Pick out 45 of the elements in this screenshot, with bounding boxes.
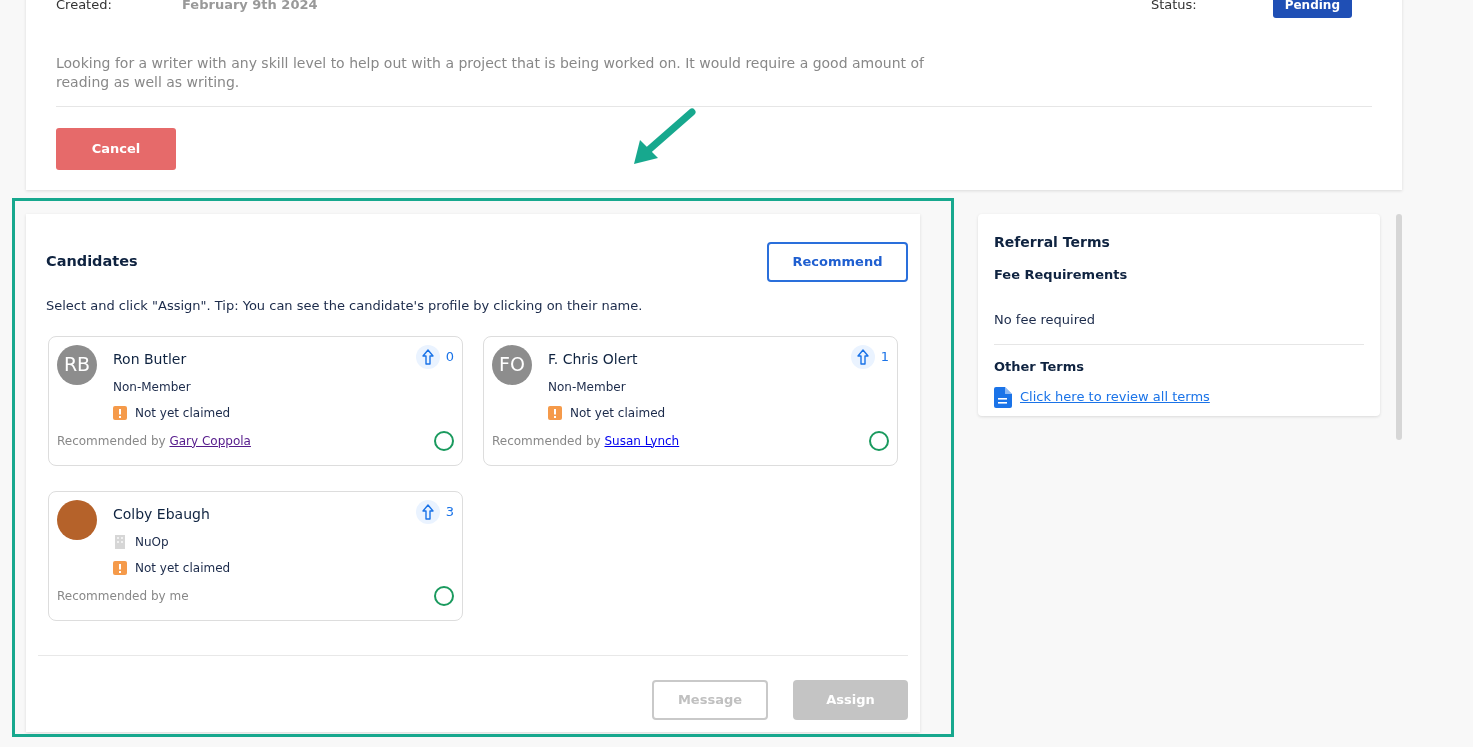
recommender-link[interactable]: Susan Lynch	[604, 433, 680, 448]
instructions-text: Select and click "Assign". Tip: You can see the candidate's profile by clicking on their name.	[46, 297, 644, 315]
recommender-link[interactable]: Gary Coppola	[169, 433, 251, 448]
vote-count: 1	[880, 347, 889, 366]
select-radio[interactable]	[869, 430, 889, 451]
warning-icon	[548, 405, 562, 420]
vote-count: 0	[445, 347, 454, 366]
document-icon	[994, 386, 1012, 408]
description-text: Looking for a writer with any skill level to help out with a project that is being worked on. It would require a good amount of reading as well as writing.	[56, 54, 926, 92]
created-label: Created:	[56, 0, 113, 15]
review-terms-link[interactable]: Click here to review all terms	[1020, 387, 1210, 407]
upvote-icon[interactable]	[415, 499, 440, 524]
claim-status-text: Not yet claimed	[570, 404, 666, 422]
upvote-icon[interactable]	[850, 344, 875, 369]
scrollbar[interactable]	[1396, 214, 1402, 440]
warning-icon	[113, 405, 127, 420]
vote-count: 3	[445, 502, 454, 521]
fee-requirements-heading: Fee Requirements	[994, 266, 1129, 284]
candidate-name-link[interactable]: Colby Ebaugh	[113, 503, 400, 525]
claim-status-text: Not yet claimed	[135, 404, 231, 422]
candidate-name-link[interactable]: Ron Butler	[113, 348, 400, 370]
select-radio[interactable]	[434, 585, 454, 606]
recommend-button[interactable]: Recommend	[767, 242, 908, 282]
status-label: Status:	[1150, 0, 1197, 15]
upvote-icon[interactable]	[415, 344, 440, 369]
created-date: February 9th 2024	[182, 0, 318, 15]
candidate-name-link[interactable]: F. Chris Olert	[548, 348, 835, 370]
claim-status-text: Not yet claimed	[135, 559, 231, 577]
avatar-initials: FO	[492, 344, 532, 385]
avatar-photo-placeholder	[57, 499, 97, 540]
fee-text: No fee required	[994, 310, 1096, 329]
recommended-by-text: Recommended by me	[57, 587, 189, 605]
other-terms-heading: Other Terms	[994, 358, 1085, 376]
organization-text: NuOp	[135, 533, 169, 551]
referral-terms-title: Referral Terms	[994, 233, 1111, 252]
membership-text: Non-Member	[113, 378, 191, 396]
recommended-by-text: Recommended by Susan Lynch	[492, 432, 680, 450]
select-radio[interactable]	[434, 430, 454, 451]
candidates-title: Candidates	[46, 252, 138, 272]
membership-text: Non-Member	[548, 378, 626, 396]
building-icon	[113, 534, 127, 549]
warning-icon	[113, 560, 127, 575]
recommended-by-text: Recommended by Gary Coppola	[57, 432, 251, 450]
status-badge: Pending	[1272, 0, 1352, 18]
avatar-initials: RB	[57, 344, 97, 385]
